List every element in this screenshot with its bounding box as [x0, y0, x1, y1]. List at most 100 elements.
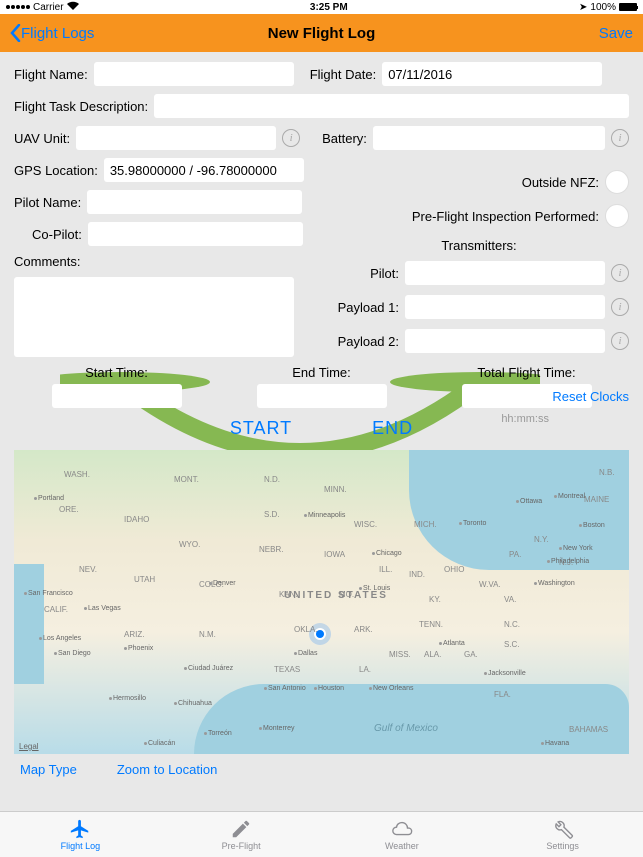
legal-link[interactable]: Legal: [19, 742, 39, 751]
tab-flight-log[interactable]: Flight Log: [0, 812, 161, 857]
state-label: MINN.: [324, 485, 347, 494]
tx-pilot-info-icon[interactable]: i: [611, 264, 629, 282]
comments-input[interactable]: [14, 277, 294, 357]
city-label: Phoenix: [124, 645, 153, 652]
state-label: NEBR.: [259, 545, 283, 554]
tx-payload1-info-icon[interactable]: i: [611, 298, 629, 316]
state-label: S.C.: [504, 640, 520, 649]
uav-info-icon[interactable]: i: [282, 129, 300, 147]
state-label: MONT.: [174, 475, 199, 484]
state-label: WYO.: [179, 540, 200, 549]
uav-unit-input[interactable]: [76, 126, 276, 150]
city-label: Toronto: [459, 520, 486, 527]
cloud-icon: [391, 818, 413, 840]
tx-payload2-info-icon[interactable]: i: [611, 332, 629, 350]
state-label: N.D.: [264, 475, 280, 484]
state-label: N.M.: [199, 630, 216, 639]
tx-payload2-label: Payload 2:: [338, 334, 399, 349]
state-label: N.C.: [504, 620, 520, 629]
end-time-input[interactable]: [257, 384, 387, 408]
tx-pilot-input[interactable]: [405, 261, 605, 285]
city-label: Jacksonville: [484, 670, 526, 677]
task-desc-input[interactable]: [154, 94, 629, 118]
chevron-left-icon: [10, 24, 21, 42]
state-label: MAINE: [584, 495, 609, 504]
state-label: UTAH: [134, 575, 155, 584]
state-label: ILL.: [379, 565, 392, 574]
city-label: Monterrey: [259, 725, 295, 732]
city-label: San Diego: [54, 650, 91, 657]
flight-date-input[interactable]: [382, 62, 602, 86]
status-bar: Carrier 3:25 PM ➤ 100%: [0, 0, 643, 14]
tab-label: Weather: [385, 841, 419, 851]
start-time-input[interactable]: [52, 384, 182, 408]
total-time-label: Total Flight Time:: [477, 365, 575, 380]
end-button[interactable]: END: [372, 418, 413, 439]
gulf-label: Gulf of Mexico: [374, 723, 438, 734]
state-label: ARK.: [354, 625, 373, 634]
flight-date-label: Flight Date:: [310, 67, 376, 82]
tab-pre-flight[interactable]: Pre-Flight: [161, 812, 322, 857]
city-label: Boston: [579, 522, 605, 529]
state-label: KAN.: [279, 590, 298, 599]
city-label: Minneapolis: [304, 512, 345, 519]
city-label: Atlanta: [439, 640, 465, 647]
state-label: W.VA.: [479, 580, 501, 589]
tab-weather[interactable]: Weather: [322, 812, 483, 857]
city-label: New Orleans: [369, 685, 413, 692]
state-label: WASH.: [64, 470, 90, 479]
copilot-input[interactable]: [88, 222, 303, 246]
state-label: GA.: [464, 650, 478, 659]
wrench-icon: [552, 818, 574, 840]
battery-pct: 100%: [590, 2, 616, 13]
state-label: PA.: [509, 550, 521, 559]
city-label: Chicago: [372, 550, 402, 557]
nav-bar: Flight Logs New Flight Log Save: [0, 14, 643, 52]
city-label: San Antonio: [264, 685, 306, 692]
preflight-toggle[interactable]: [605, 204, 629, 228]
city-label: Portland: [34, 495, 64, 502]
end-time-label: End Time:: [292, 365, 351, 380]
save-button[interactable]: Save: [599, 25, 633, 42]
status-time: 3:25 PM: [310, 2, 348, 13]
zoom-link[interactable]: Zoom to Location: [117, 762, 217, 777]
state-label: IDAHO: [124, 515, 149, 524]
start-button[interactable]: START: [230, 418, 292, 439]
city-label: Montreal: [554, 493, 585, 500]
tab-bar: Flight Log Pre-Flight Weather Settings: [0, 811, 643, 857]
back-button[interactable]: Flight Logs: [10, 24, 94, 42]
reset-clocks-link[interactable]: Reset Clocks: [552, 389, 629, 404]
battery-info-icon[interactable]: i: [611, 129, 629, 147]
city-label: Denver: [209, 580, 236, 587]
checklist-icon: [230, 818, 252, 840]
city-label: New York: [559, 545, 593, 552]
state-label: OKLA.: [294, 625, 318, 634]
map-type-link[interactable]: Map Type: [20, 762, 77, 777]
preflight-label: Pre-Flight Inspection Performed:: [412, 209, 599, 224]
page-title: New Flight Log: [268, 25, 375, 42]
state-label: S.D.: [264, 510, 280, 519]
state-label: N.Y.: [534, 535, 549, 544]
tx-payload2-input[interactable]: [405, 329, 605, 353]
tab-settings[interactable]: Settings: [482, 812, 643, 857]
state-label: WISC.: [354, 520, 377, 529]
flight-name-input[interactable]: [94, 62, 294, 86]
city-label: San Francisco: [24, 590, 73, 597]
city-label: Hermosillo: [109, 695, 146, 702]
state-label: IOWA: [324, 550, 345, 559]
battery-input[interactable]: [373, 126, 605, 150]
state-label: CALIF.: [44, 605, 68, 614]
map-view[interactable]: UNITED STATES Gulf of Mexico WASH. MONT.…: [14, 450, 629, 754]
outside-nfz-toggle[interactable]: [605, 170, 629, 194]
pilot-name-input[interactable]: [87, 190, 302, 214]
gps-input[interactable]: [104, 158, 304, 182]
tab-label: Settings: [546, 841, 579, 851]
city-label: Havana: [541, 740, 569, 747]
city-label: Dallas: [294, 650, 317, 657]
battery-label: Battery:: [322, 131, 367, 146]
signal-icon: [6, 5, 30, 9]
wifi-icon: [67, 1, 79, 13]
city-label: Torreón: [204, 730, 232, 737]
state-label: ORE.: [59, 505, 79, 514]
tx-payload1-input[interactable]: [405, 295, 605, 319]
